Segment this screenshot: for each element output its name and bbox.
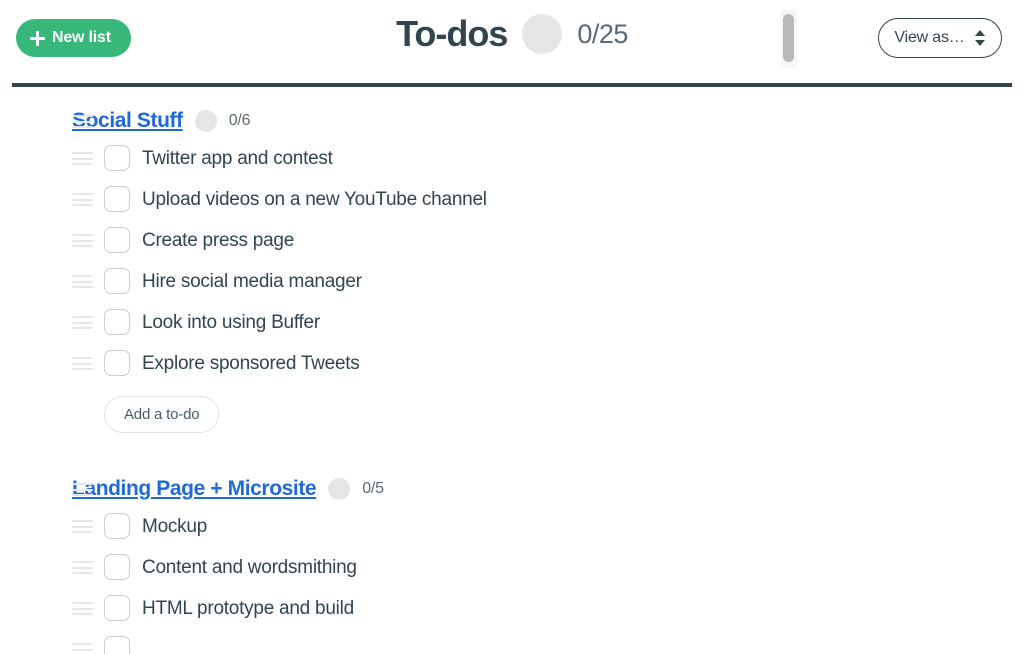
todo-row: Twitter app and contest (0, 138, 1024, 179)
drag-handle-icon[interactable] (72, 561, 93, 574)
todo-row: Explore sponsored Tweets (0, 343, 1024, 384)
todo-label[interactable]: Look into using Buffer (142, 311, 320, 335)
drag-handle-icon[interactable] (72, 234, 93, 247)
todo-group: Social Stuff 0/6 Twitter app and contest Up… (0, 104, 1024, 443)
todo-label[interactable]: HTML prototype and build (142, 597, 354, 621)
group-progress-bubble-icon (194, 110, 217, 132)
drag-handle-icon[interactable] (72, 643, 93, 654)
up-down-chevron-icon (974, 29, 986, 47)
todo-label[interactable]: Create press page (142, 229, 294, 253)
vertical-scrollbar-thumb[interactable] (783, 14, 794, 62)
new-list-label: New list (52, 29, 111, 46)
todo-checkbox[interactable] (104, 309, 130, 335)
todo-label[interactable]: Hire social media manager (142, 270, 362, 294)
todo-checkbox[interactable] (104, 513, 130, 539)
drag-handle-icon[interactable] (72, 316, 93, 329)
drag-handle-icon[interactable] (72, 193, 93, 206)
todo-row: Look into using Buffer (0, 302, 1024, 343)
drag-handle-icon[interactable] (72, 602, 93, 615)
new-list-button[interactable]: New list (16, 19, 131, 57)
todo-checkbox[interactable] (104, 554, 130, 580)
app-header: New list To-dos 0/25 View as… (0, 0, 1024, 87)
view-as-button[interactable]: View as… (878, 18, 1002, 58)
todo-checkbox[interactable] (104, 350, 130, 376)
drag-handle-icon[interactable] (72, 275, 93, 288)
todo-checkbox[interactable] (104, 227, 130, 253)
drag-handle-icon[interactable] (72, 520, 93, 533)
add-todo-button[interactable]: Add a to-do (104, 396, 220, 433)
todo-checkbox[interactable] (104, 186, 130, 212)
progress-bubble-icon (522, 14, 563, 54)
drag-handle-icon[interactable] (72, 115, 93, 128)
page-title: To-dos (396, 13, 508, 54)
drag-handle-icon[interactable] (72, 357, 93, 370)
todo-row (0, 629, 1024, 654)
todo-checkbox[interactable] (104, 268, 130, 294)
view-as-label: View as… (894, 29, 965, 46)
todo-group: Landing Page + Microsite 0/5 Mockup Content… (0, 472, 1024, 654)
todo-label[interactable]: Explore sponsored Tweets (142, 352, 360, 376)
todo-row: Hire social media manager (0, 261, 1024, 302)
group-progress-count: 0/5 (362, 480, 384, 497)
todo-label[interactable]: Upload videos on a new YouTube channel (142, 188, 487, 212)
todo-group-header: Landing Page + Microsite 0/5 (0, 472, 1024, 506)
todo-label[interactable]: Twitter app and contest (142, 147, 333, 171)
todo-checkbox[interactable] (104, 636, 130, 654)
todo-checkbox[interactable] (104, 145, 130, 171)
todo-label[interactable]: Content and wordsmithing (142, 556, 357, 580)
drag-handle-icon[interactable] (72, 152, 93, 165)
todo-row: HTML prototype and build (0, 588, 1024, 629)
todo-row: Create press page (0, 220, 1024, 261)
todo-row: Upload videos on a new YouTube channel (0, 179, 1024, 220)
add-todo-row: Add a to-do (0, 384, 1024, 443)
todo-group-header: Social Stuff 0/6 (0, 104, 1024, 138)
drag-handle-icon[interactable] (72, 483, 93, 496)
todo-label[interactable]: Mockup (142, 515, 207, 539)
progress-count: 0/25 (577, 19, 628, 49)
todo-group-title[interactable]: Landing Page + Microsite (72, 477, 317, 501)
todo-row: Content and wordsmithing (0, 547, 1024, 588)
plus-icon (30, 30, 45, 46)
todo-row: Mockup (0, 506, 1024, 547)
todo-checkbox[interactable] (104, 595, 130, 621)
group-progress-count: 0/6 (228, 112, 251, 129)
group-progress-bubble-icon (328, 478, 351, 500)
todo-list-body: Social Stuff 0/6 Twitter app and contest Up… (0, 76, 1024, 654)
page-title-block: To-dos 0/25 (0, 12, 1024, 56)
